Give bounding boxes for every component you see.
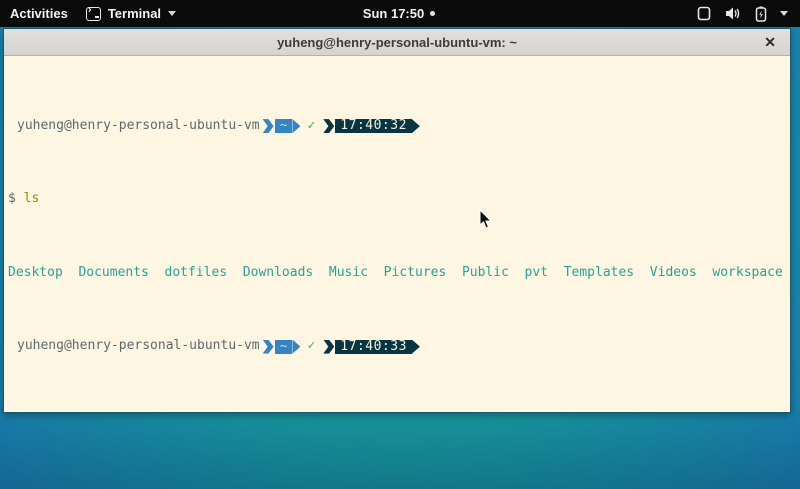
window-title: yuheng@henry-personal-ubuntu-vm: ~: [4, 35, 790, 50]
chevron-down-icon: [168, 11, 176, 16]
clock-button[interactable]: Sun 17:50: [363, 6, 435, 21]
prompt-user-host: yuheng@henry-personal-ubuntu-vm: [8, 339, 260, 354]
battery-charging-icon: [755, 6, 767, 22]
prompt-cwd: ~: [275, 119, 293, 133]
powerline-chevron-icon: [323, 119, 334, 133]
app-menu-label: Terminal: [108, 6, 161, 21]
terminal-window: yuheng@henry-personal-ubuntu-vm: ~ ✕ yuh…: [3, 28, 791, 413]
display-icon: [696, 6, 712, 21]
prompt-symbol: $: [8, 192, 16, 207]
powerline-arrow-icon: [412, 119, 420, 133]
prompt-cwd: ~: [275, 340, 293, 354]
activities-button[interactable]: Activities: [10, 6, 68, 21]
status-check-icon: ✓: [300, 339, 320, 354]
system-status-area[interactable]: [696, 6, 788, 22]
prompt-time: 17:40:32: [335, 119, 412, 133]
powerline-arrow-icon: [292, 119, 300, 133]
terminal-app-icon: [86, 7, 101, 21]
window-titlebar[interactable]: yuheng@henry-personal-ubuntu-vm: ~ ✕: [4, 29, 790, 56]
powerline-chevron-icon: [263, 340, 274, 354]
powerline-arrow-icon: [412, 340, 420, 354]
topbar-left: Activities Terminal: [0, 6, 363, 21]
volume-icon: [725, 6, 742, 21]
close-button[interactable]: ✕: [764, 29, 776, 56]
command-line: $ ls: [8, 192, 788, 207]
prompt-line: yuheng@henry-personal-ubuntu-vm ~ ✓ 17:4…: [8, 119, 788, 134]
terminal-content[interactable]: yuheng@henry-personal-ubuntu-vm ~ ✓ 17:4…: [4, 56, 790, 412]
ls-output: Desktop Documents dotfiles Downloads Mus…: [8, 266, 788, 281]
command-text: ls: [24, 192, 40, 207]
prompt-user-host: yuheng@henry-personal-ubuntu-vm: [8, 119, 260, 134]
chevron-down-icon: [780, 11, 788, 16]
powerline-arrow-icon: [292, 340, 300, 354]
status-check-icon: ✓: [300, 119, 320, 134]
prompt-line: yuheng@henry-personal-ubuntu-vm ~ ✓ 17:4…: [8, 339, 788, 354]
powerline-chevron-icon: [263, 119, 274, 133]
gnome-top-bar: Activities Terminal Sun 17:50: [0, 0, 800, 27]
topbar-right: [435, 6, 800, 22]
app-menu-button[interactable]: Terminal: [86, 6, 176, 21]
prompt-time: 17:40:33: [335, 340, 412, 354]
clock-label: Sun 17:50: [363, 6, 424, 21]
powerline-chevron-icon: [323, 340, 334, 354]
